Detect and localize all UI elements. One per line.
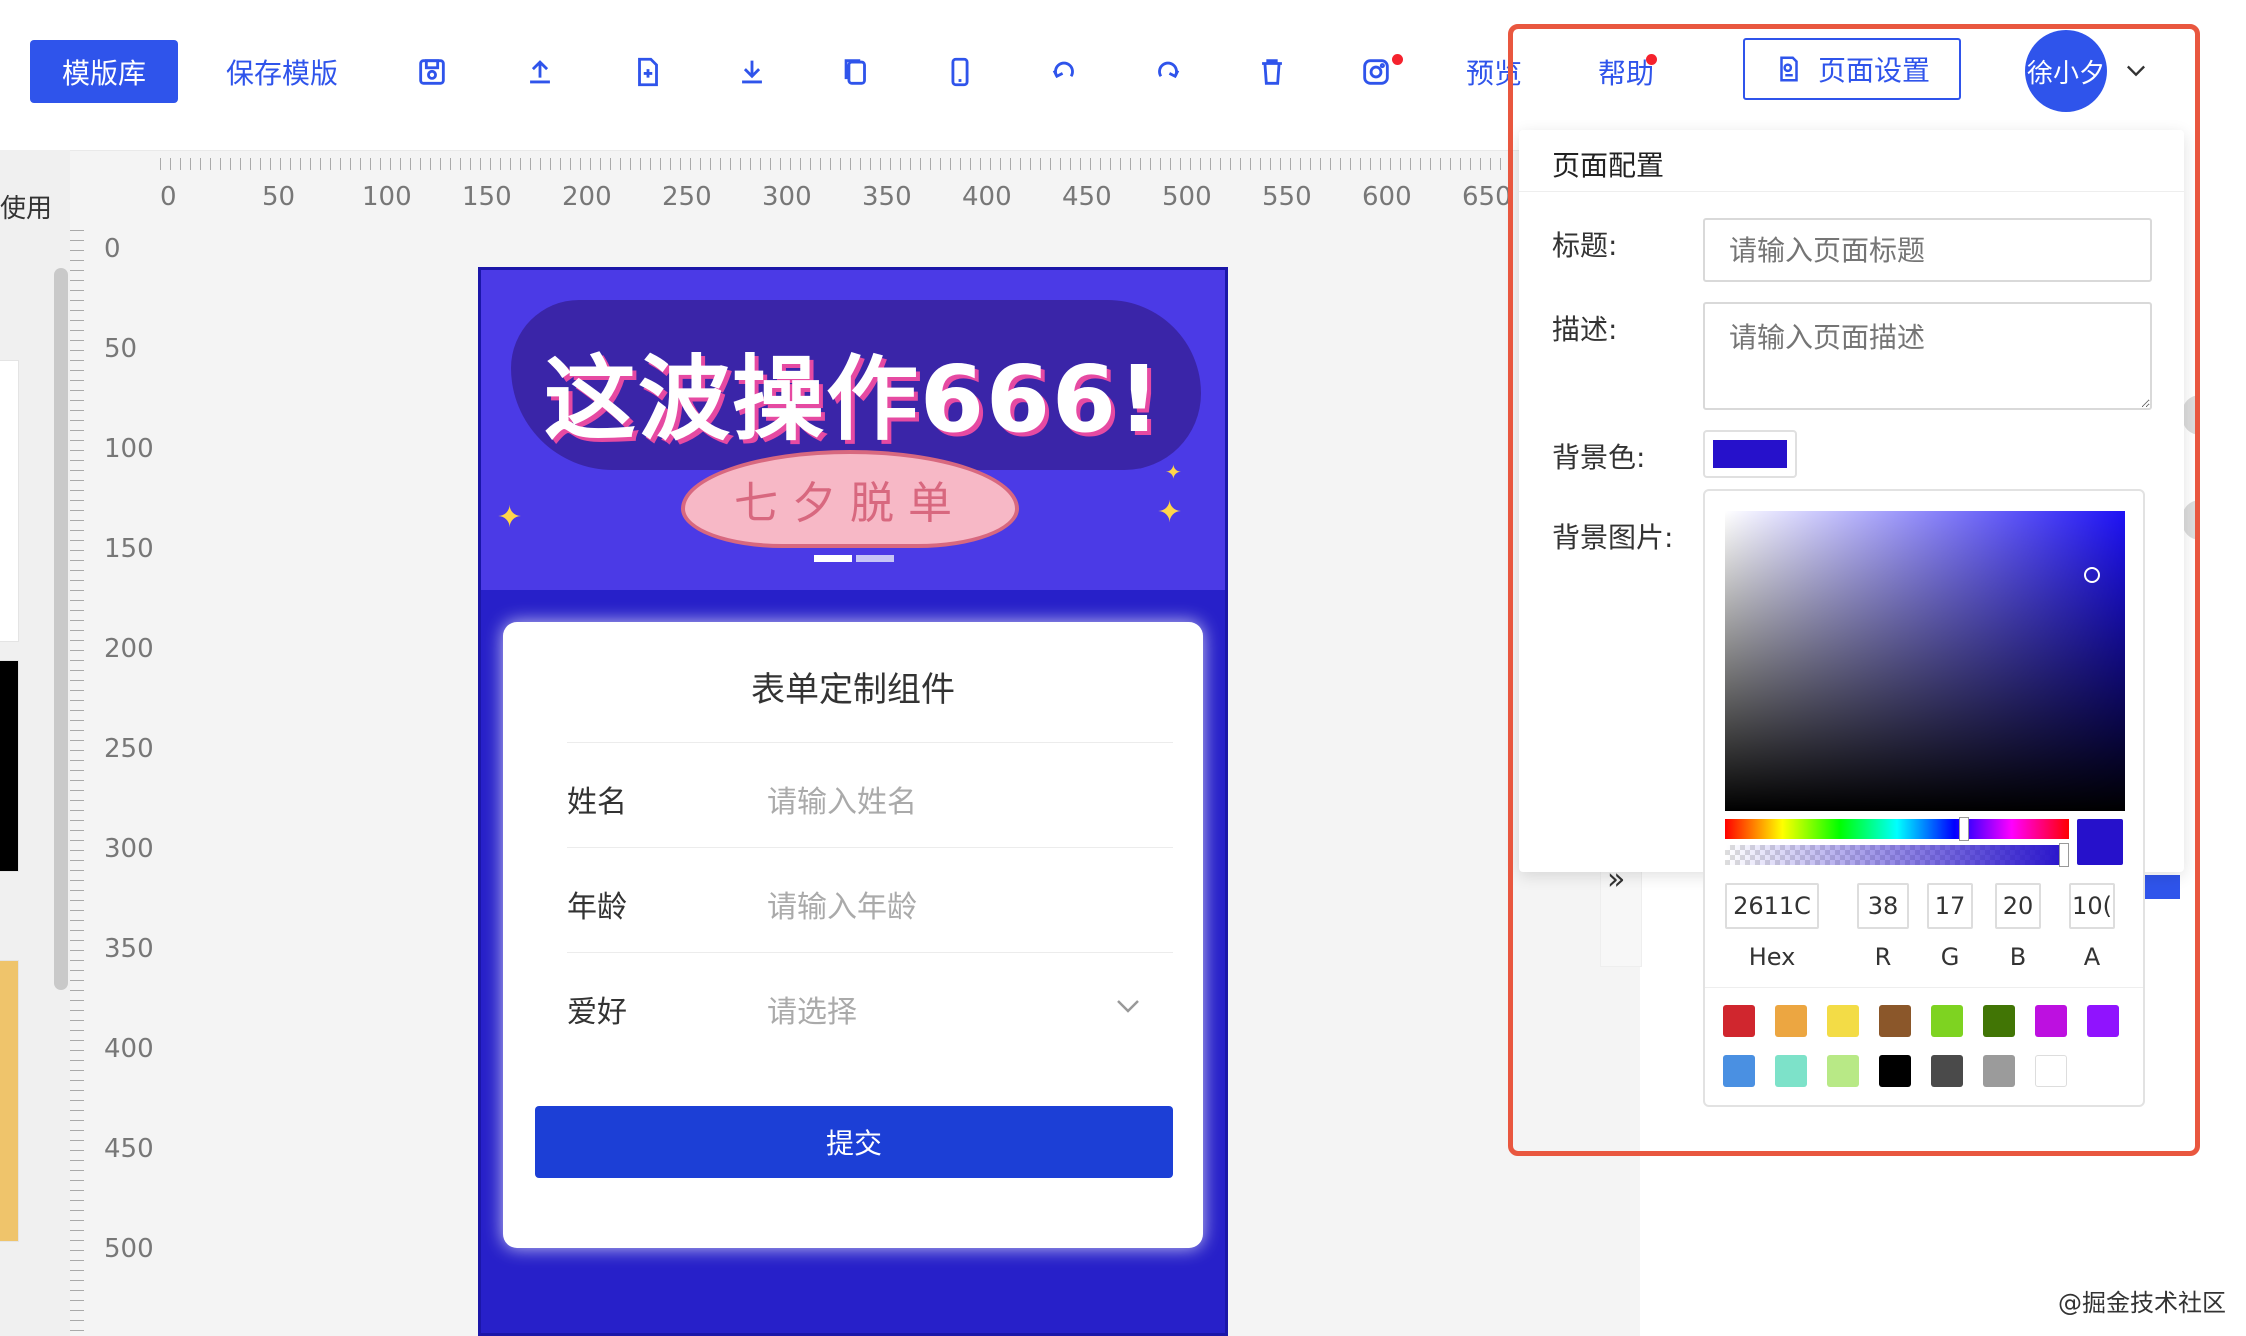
horizontal-ruler — [160, 140, 1520, 170]
form-row-name[interactable]: 姓名 请输入姓名 — [567, 742, 1173, 847]
template-library-button[interactable]: 模版库 — [30, 40, 178, 103]
ruler-tick: 650 — [1462, 182, 1512, 212]
redo-icon[interactable] — [1148, 52, 1188, 92]
ruler-tick: 100 — [362, 182, 412, 212]
age-input[interactable]: 请输入年龄 — [767, 882, 917, 926]
ruler-tick: 250 — [104, 734, 154, 764]
ruler-tick: 50 — [262, 182, 296, 212]
mobile-icon[interactable] — [940, 52, 980, 92]
ruler-tick: 0 — [104, 234, 121, 264]
new-file-icon[interactable] — [628, 52, 668, 92]
form-label: 爱好 — [567, 995, 627, 1030]
form-row-hobby[interactable]: 爱好 请选择 — [567, 952, 1173, 1057]
form-label: 姓名 — [567, 785, 627, 820]
carousel-indicator[interactable] — [814, 555, 894, 562]
template-card[interactable] — [0, 660, 19, 872]
ruler-tick: 50 — [104, 334, 138, 364]
banner-title: 这波操作666! — [544, 346, 1162, 453]
delete-icon[interactable] — [1252, 52, 1292, 92]
form-row-age[interactable]: 年龄 请输入年龄 — [567, 847, 1173, 952]
copy-icon[interactable] — [836, 52, 876, 92]
watermark: @掘金技术社区 — [2058, 1289, 2226, 1317]
ruler-tick: 450 — [104, 1134, 154, 1164]
chevron-down-icon[interactable] — [1113, 991, 1143, 1021]
download-icon[interactable] — [732, 52, 772, 92]
ruler-tick: 350 — [862, 182, 912, 212]
form-title: 表单定制组件 — [751, 670, 955, 710]
undo-icon[interactable] — [1044, 52, 1084, 92]
banner-carousel[interactable]: 这波操作666! 七夕脱单 ✦ ✦ ✦ — [481, 270, 1225, 590]
highlight-frame — [1508, 24, 2200, 1156]
ruler-tick: 300 — [762, 182, 812, 212]
notification-dot — [1392, 54, 1403, 65]
name-input[interactable]: 请输入姓名 — [767, 777, 917, 821]
ruler-tick: 450 — [1062, 182, 1112, 212]
form-component: 表单定制组件 姓名 请输入姓名 年龄 请输入年龄 爱好 请选择 提交 — [503, 622, 1203, 1248]
ruler-tick: 350 — [104, 934, 154, 964]
hobby-select[interactable]: 请选择 — [767, 987, 857, 1031]
ruler-tick: 400 — [962, 182, 1012, 212]
ruler-tick: 400 — [104, 1034, 154, 1064]
ruler-tick: 100 — [104, 434, 154, 464]
ruler-tick: 250 — [662, 182, 712, 212]
form-label: 年龄 — [567, 890, 627, 925]
ruler-tick: 600 — [1362, 182, 1412, 212]
vertical-ruler — [70, 230, 84, 1336]
instagram-icon[interactable] — [1356, 52, 1396, 92]
ruler-tick: 150 — [462, 182, 512, 212]
ruler-tick: 550 — [1262, 182, 1312, 212]
ruler-tick: 200 — [562, 182, 612, 212]
save-template-button[interactable]: 保存模版 — [226, 52, 338, 92]
submit-button[interactable]: 提交 — [535, 1106, 1173, 1178]
page-canvas[interactable]: 这波操作666! 七夕脱单 ✦ ✦ ✦ 表单定制组件 姓名 请输入姓名 年龄 请… — [478, 267, 1228, 1336]
save-icon[interactable] — [412, 52, 452, 92]
star-icon: ✦ — [497, 500, 523, 535]
ruler-tick: 150 — [104, 534, 154, 564]
ruler-tick: 200 — [104, 634, 154, 664]
template-card[interactable] — [0, 360, 19, 642]
star-icon: ✦ — [1165, 460, 1182, 484]
star-icon: ✦ — [1157, 495, 1183, 530]
upload-icon[interactable] — [520, 52, 560, 92]
ruler-tick: 300 — [104, 834, 154, 864]
ruler-tick: 0 — [160, 182, 177, 212]
ruler-tick: 500 — [1162, 182, 1212, 212]
left-scrollbar[interactable] — [54, 268, 68, 990]
left-used-label: 使用 — [0, 194, 53, 224]
template-card[interactable] — [0, 960, 19, 1242]
ruler-tick: 500 — [104, 1234, 154, 1264]
